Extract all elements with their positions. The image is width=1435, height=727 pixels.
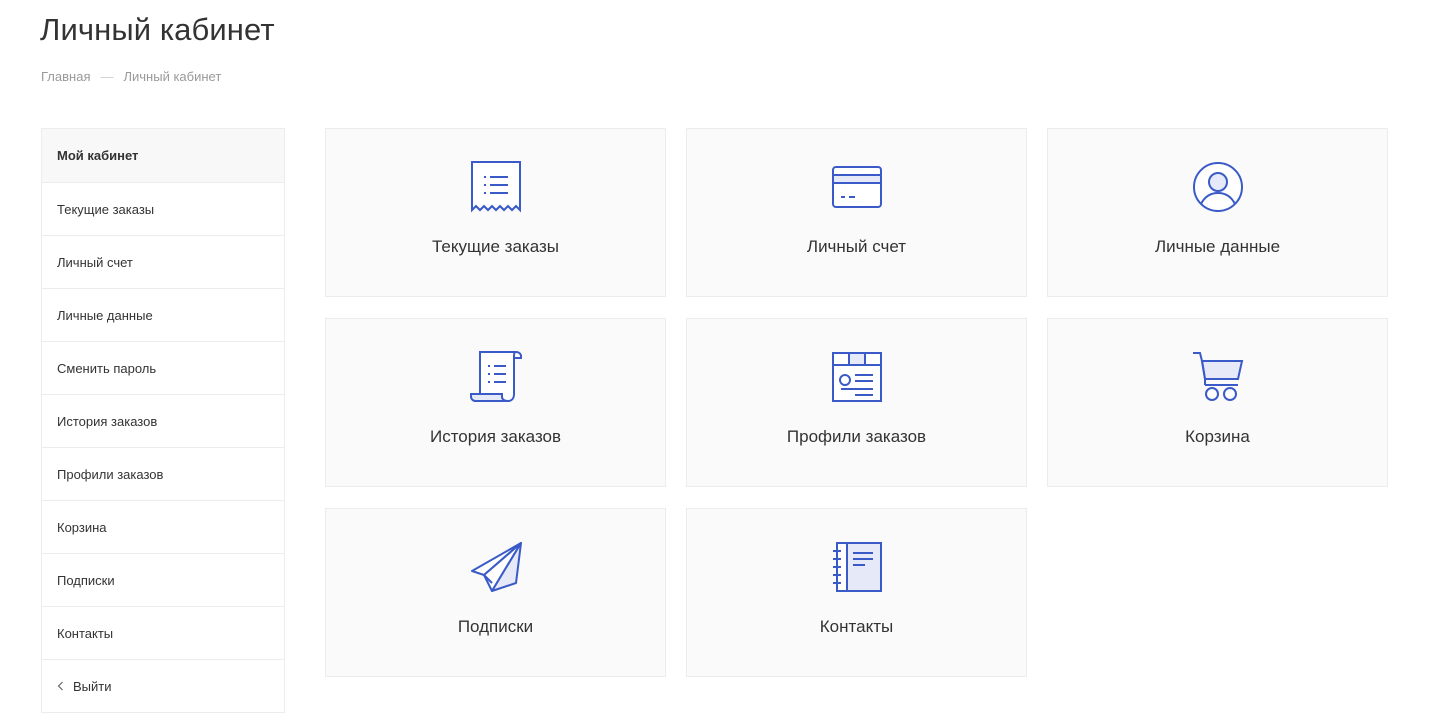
tile-label: Контакты: [819, 617, 894, 636]
sidebar-item-label: Профили заказов: [57, 466, 164, 482]
tile-contacts[interactable]: Контакты: [686, 508, 1027, 677]
sidebar-item-label: Контакты: [57, 625, 114, 641]
tile-subscriptions[interactable]: Подписки: [325, 508, 666, 677]
tile-label: Корзина: [1185, 427, 1250, 446]
cabinet-tiles-grid: Текущие заказы Личный счет Личные данные: [325, 128, 1388, 677]
scroll-list-icon: [469, 351, 522, 403]
tile-order-history[interactable]: История заказов: [325, 318, 666, 487]
page-title: Личный кабинет: [40, 12, 275, 47]
sidebar-item-label: Корзина: [57, 519, 107, 535]
sidebar-item-order-profiles[interactable]: Профили заказов: [42, 447, 284, 500]
tile-cart[interactable]: Корзина: [1047, 318, 1388, 487]
sidebar-item-label: Текущие заказы: [57, 201, 155, 217]
sidebar-item-logout[interactable]: Выйти: [42, 659, 284, 712]
tile-label: Подписки: [457, 617, 534, 636]
tile-personal-account[interactable]: Личный счет: [686, 128, 1027, 297]
profile-card-icon: [831, 351, 883, 403]
tile-label: Профили заказов: [786, 427, 927, 446]
sidebar-item-cart[interactable]: Корзина: [42, 500, 284, 553]
breadcrumb: Главная — Личный кабинет: [41, 69, 221, 84]
sidebar-item-current-orders[interactable]: Текущие заказы: [42, 182, 284, 235]
sidebar-item-account[interactable]: Личный счет: [42, 235, 284, 288]
sidebar-item-label: Подписки: [57, 572, 115, 588]
sidebar-item-my-cabinet[interactable]: Мой кабинет: [42, 129, 284, 182]
address-book-icon: [831, 541, 883, 593]
breadcrumb-home-link[interactable]: Главная: [41, 69, 90, 84]
sidebar-item-change-password[interactable]: Сменить пароль: [42, 341, 284, 394]
sidebar-item-label: Выйти: [73, 678, 112, 694]
sidebar-item-personal-data[interactable]: Личные данные: [42, 288, 284, 341]
credit-card-icon: [831, 161, 883, 213]
user-circle-icon: [1192, 161, 1244, 213]
paper-plane-icon: [470, 541, 522, 593]
sidebar-item-label: Мой кабинет: [57, 148, 139, 163]
sidebar-item-label: История заказов: [57, 413, 158, 429]
breadcrumb-current: Личный кабинет: [123, 69, 222, 84]
sidebar-item-order-history[interactable]: История заказов: [42, 394, 284, 447]
tile-current-orders[interactable]: Текущие заказы: [325, 128, 666, 297]
sidebar-item-label: Личный счет: [57, 254, 133, 270]
tile-personal-data[interactable]: Личные данные: [1047, 128, 1388, 297]
sidebar-item-subscriptions[interactable]: Подписки: [42, 553, 284, 606]
receipt-icon: [470, 161, 522, 213]
tile-label: Личные данные: [1154, 237, 1281, 256]
sidebar-item-label: Личные данные: [57, 307, 153, 323]
sidebar-menu: Мой кабинет Текущие заказы Личный счет Л…: [41, 128, 285, 713]
sidebar-item-contacts[interactable]: Контакты: [42, 606, 284, 659]
tile-label: Текущие заказы: [431, 237, 559, 256]
sidebar-item-label: Сменить пароль: [57, 360, 157, 376]
chevron-left-icon: [57, 679, 64, 694]
cart-icon: [1192, 351, 1244, 403]
tile-order-profiles[interactable]: Профили заказов: [686, 318, 1027, 487]
tile-label: История заказов: [429, 427, 562, 446]
tile-label: Личный счет: [806, 237, 907, 256]
breadcrumb-separator: —: [100, 69, 114, 84]
